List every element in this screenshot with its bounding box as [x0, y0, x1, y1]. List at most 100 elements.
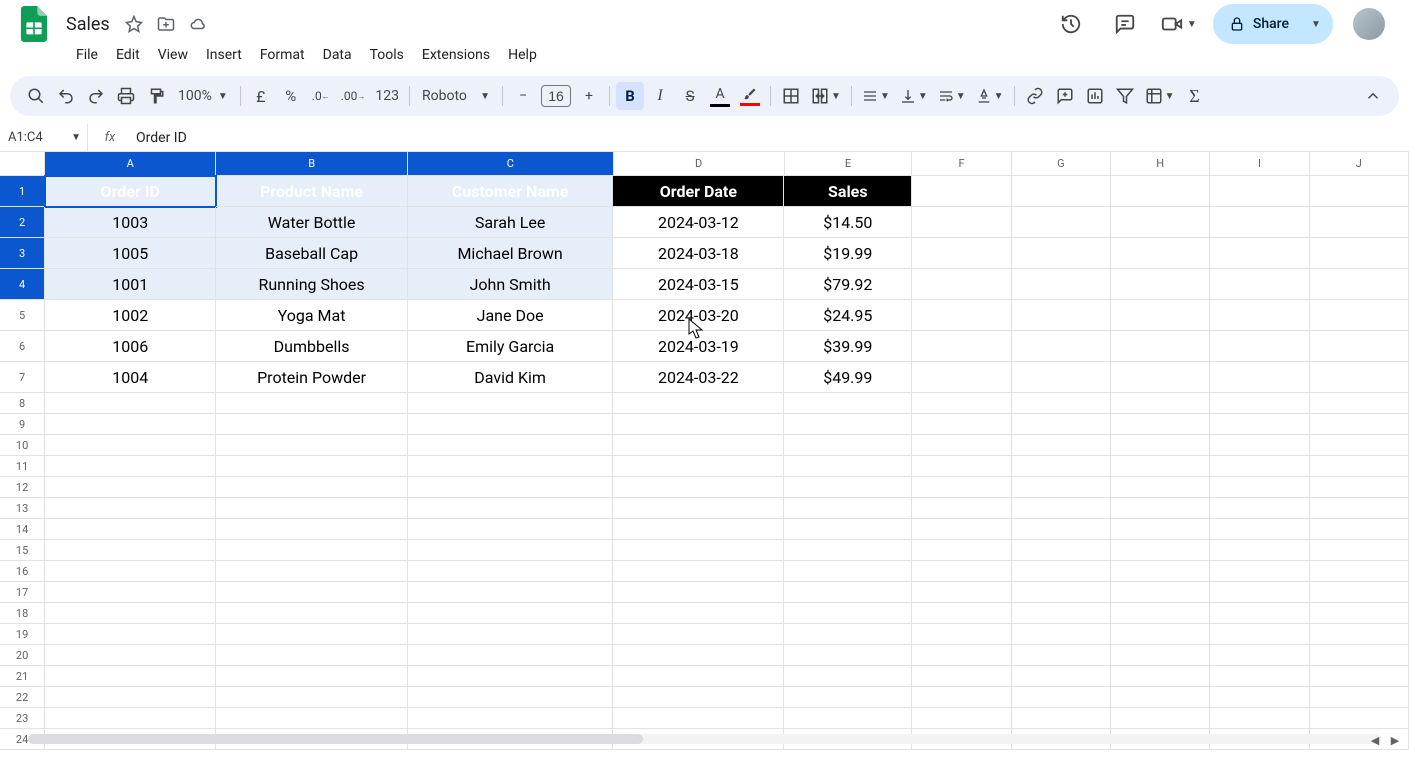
cell-J3[interactable]	[1310, 238, 1409, 269]
menu-tools[interactable]: Tools	[362, 43, 412, 67]
cell-B22[interactable]	[216, 687, 408, 708]
menu-data[interactable]: Data	[315, 43, 360, 67]
horizontal-align-button[interactable]: ▼	[858, 82, 894, 110]
cell-D6[interactable]: 2024-03-19	[613, 331, 784, 362]
cell-C6[interactable]: Emily Garcia	[408, 331, 613, 362]
meet-button[interactable]: ▼	[1159, 4, 1199, 44]
cell-E3[interactable]: $19.99	[784, 238, 912, 269]
cell-B1[interactable]: Product Name	[216, 176, 408, 207]
cell-E5[interactable]: $24.95	[784, 300, 912, 331]
col-header-G[interactable]: G	[1012, 152, 1111, 176]
cell-G11[interactable]	[1012, 456, 1111, 477]
cell-A20[interactable]	[45, 645, 216, 666]
cell-H2[interactable]	[1111, 207, 1210, 238]
cell-A22[interactable]	[45, 687, 216, 708]
cell-C17[interactable]	[408, 582, 613, 603]
cell-G19[interactable]	[1012, 624, 1111, 645]
cell-B20[interactable]	[216, 645, 408, 666]
cell-D3[interactable]: 2024-03-18	[613, 238, 784, 269]
cell-A2[interactable]: 1003	[45, 207, 216, 238]
cell-D21[interactable]	[613, 666, 784, 687]
cell-G10[interactable]	[1012, 435, 1111, 456]
cell-I23[interactable]	[1210, 708, 1309, 729]
cell-E15[interactable]	[784, 540, 912, 561]
cell-I2[interactable]	[1210, 207, 1309, 238]
cell-D12[interactable]	[613, 477, 784, 498]
row-header-4[interactable]: 4	[0, 269, 45, 300]
cell-E23[interactable]	[784, 708, 912, 729]
cell-I21[interactable]	[1210, 666, 1309, 687]
doc-title[interactable]: Sales	[60, 12, 116, 37]
cell-E4[interactable]: $79.92	[784, 269, 912, 300]
cell-F11[interactable]	[912, 456, 1011, 477]
scroll-left-icon[interactable]: ◀	[1367, 732, 1383, 748]
cell-H22[interactable]	[1111, 687, 1210, 708]
cell-B23[interactable]	[216, 708, 408, 729]
cell-H1[interactable]	[1111, 176, 1210, 207]
cell-I15[interactable]	[1210, 540, 1309, 561]
cell-E6[interactable]: $39.99	[784, 331, 912, 362]
row-header-12[interactable]: 12	[0, 477, 45, 498]
cell-C22[interactable]	[408, 687, 613, 708]
cell-C11[interactable]	[408, 456, 613, 477]
cell-C19[interactable]	[408, 624, 613, 645]
cell-I12[interactable]	[1210, 477, 1309, 498]
cell-B21[interactable]	[216, 666, 408, 687]
cell-J11[interactable]	[1310, 456, 1409, 477]
bold-button[interactable]: B	[616, 82, 644, 110]
cell-E17[interactable]	[784, 582, 912, 603]
row-header-1[interactable]: 1	[0, 176, 45, 207]
col-header-I[interactable]: I	[1210, 152, 1309, 176]
cell-H14[interactable]	[1111, 519, 1210, 540]
cell-J20[interactable]	[1310, 645, 1409, 666]
more-formats-button[interactable]: 123	[371, 82, 403, 110]
cell-H9[interactable]	[1111, 414, 1210, 435]
filter-button[interactable]	[1111, 82, 1139, 110]
font-size-input[interactable]	[541, 85, 571, 107]
cell-F18[interactable]	[912, 603, 1011, 624]
cell-G9[interactable]	[1012, 414, 1111, 435]
cell-C1[interactable]: Customer Name	[408, 176, 613, 207]
cell-I19[interactable]	[1210, 624, 1309, 645]
cell-D7[interactable]: 2024-03-22	[613, 362, 784, 393]
col-header-F[interactable]: F	[912, 152, 1011, 176]
menu-edit[interactable]: Edit	[108, 43, 148, 67]
cell-B14[interactable]	[216, 519, 408, 540]
cell-I17[interactable]	[1210, 582, 1309, 603]
cell-G12[interactable]	[1012, 477, 1111, 498]
paint-format-button[interactable]	[142, 82, 170, 110]
row-header-3[interactable]: 3	[0, 238, 45, 269]
cell-C4[interactable]: John Smith	[408, 269, 613, 300]
cell-C13[interactable]	[408, 498, 613, 519]
cell-D15[interactable]	[613, 540, 784, 561]
merge-cells-button[interactable]: ▼	[807, 82, 845, 110]
cell-H17[interactable]	[1111, 582, 1210, 603]
menu-extensions[interactable]: Extensions	[414, 43, 498, 67]
history-icon[interactable]	[1051, 4, 1091, 44]
collapse-toolbar-button[interactable]	[1359, 82, 1387, 110]
cell-I20[interactable]	[1210, 645, 1309, 666]
col-header-J[interactable]: J	[1310, 152, 1409, 176]
cell-G4[interactable]	[1012, 269, 1111, 300]
cell-B8[interactable]	[216, 393, 408, 414]
cell-I22[interactable]	[1210, 687, 1309, 708]
row-header-16[interactable]: 16	[0, 561, 45, 582]
menu-help[interactable]: Help	[500, 43, 545, 67]
cell-D23[interactable]	[613, 708, 784, 729]
cell-F17[interactable]	[912, 582, 1011, 603]
cell-J17[interactable]	[1310, 582, 1409, 603]
cell-H13[interactable]	[1111, 498, 1210, 519]
cell-G6[interactable]	[1012, 331, 1111, 362]
share-dropdown[interactable]: ▼	[1301, 19, 1329, 30]
cell-B15[interactable]	[216, 540, 408, 561]
cell-F21[interactable]	[912, 666, 1011, 687]
row-header-2[interactable]: 2	[0, 207, 45, 238]
cloud-status-icon[interactable]	[188, 14, 208, 34]
cell-I5[interactable]	[1210, 300, 1309, 331]
cell-G14[interactable]	[1012, 519, 1111, 540]
cell-I6[interactable]	[1210, 331, 1309, 362]
cell-F2[interactable]	[912, 207, 1011, 238]
cell-D4[interactable]: 2024-03-15	[613, 269, 784, 300]
cell-B3[interactable]: Baseball Cap	[216, 238, 408, 269]
increase-font-button[interactable]: +	[575, 82, 603, 110]
